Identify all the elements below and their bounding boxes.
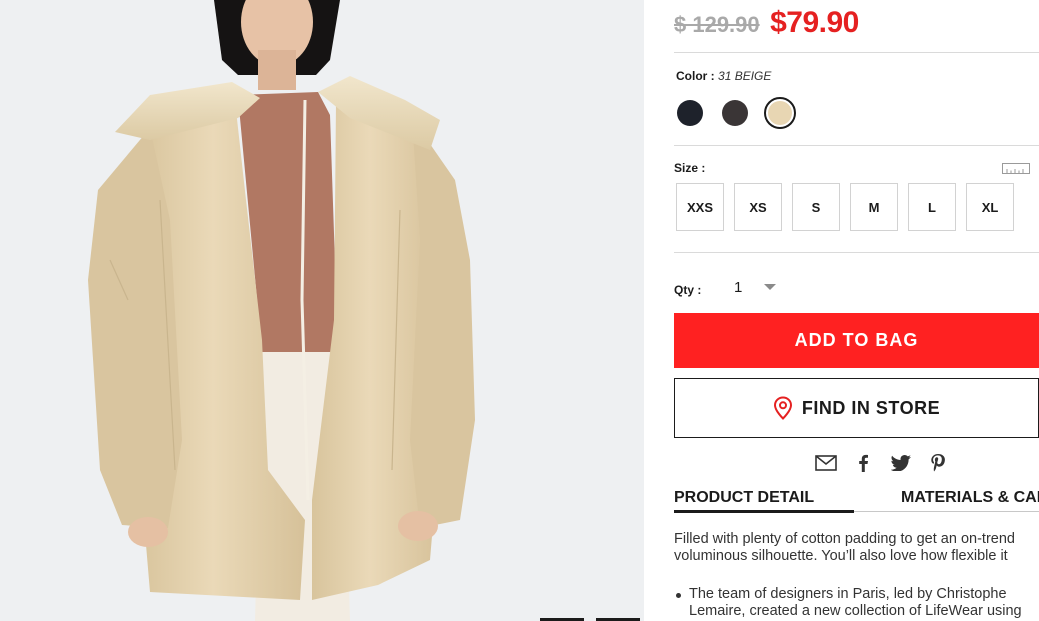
size-option-m[interactable]: M	[850, 183, 898, 231]
twitter-icon	[891, 455, 911, 471]
mail-icon	[815, 455, 837, 471]
size-option-xl[interactable]: XL	[966, 183, 1014, 231]
find-in-store-button[interactable]: FIND IN STORE	[674, 378, 1039, 438]
bullet-icon	[676, 593, 681, 598]
divider	[854, 511, 1039, 512]
size-label-text: Size :	[674, 161, 706, 175]
divider	[674, 145, 1039, 146]
share-facebook[interactable]	[854, 452, 872, 474]
share-twitter[interactable]	[890, 452, 912, 474]
color-label-text: Color :	[676, 69, 715, 83]
sale-price: $79.90	[770, 6, 859, 39]
add-to-bag-button[interactable]: ADD TO BAG	[674, 313, 1039, 368]
location-pin-icon	[773, 396, 792, 420]
product-image[interactable]	[0, 0, 644, 621]
pinterest-icon	[931, 454, 945, 472]
divider	[674, 52, 1039, 53]
size-option-s[interactable]: S	[792, 183, 840, 231]
price: $ 129.90 $79.90	[674, 6, 859, 40]
color-label: Color : 31 BEIGE	[676, 69, 771, 83]
color-value: 31 BEIGE	[718, 69, 772, 83]
original-price: $ 129.90	[674, 12, 760, 37]
bullet-line: The team of designers in Paris, led by C…	[689, 586, 1007, 602]
model-wearing-coat-illustration	[88, 0, 475, 621]
share-pinterest[interactable]	[929, 452, 947, 474]
product-details-panel: $ 129.90 $79.90 Color : 31 BEIGE Size : …	[674, 0, 1039, 621]
size-option-xxs[interactable]: XXS	[676, 183, 724, 231]
find-in-store-label: FIND IN STORE	[801, 397, 941, 418]
divider	[674, 252, 1039, 253]
size-label: Size :	[674, 161, 705, 175]
tab-product-detail[interactable]: PRODUCT DETAIL	[674, 489, 814, 511]
bullet-line: Lemaire, created a new collection of Lif…	[689, 603, 1022, 619]
quantity-select[interactable]: 1	[734, 279, 742, 296]
chevron-down-icon[interactable]	[764, 284, 776, 290]
description-line: Filled with plenty of cotton padding to …	[674, 531, 1015, 547]
size-guide-icon[interactable]	[1002, 161, 1030, 175]
quantity-label: Qty :	[674, 283, 702, 297]
product-description: Filled with plenty of cotton padding to …	[674, 531, 1039, 565]
tab-materials-care[interactable]: MATERIALS & CARE	[901, 489, 1039, 511]
color-swatch-beige[interactable]	[764, 97, 796, 129]
facebook-icon	[859, 454, 868, 472]
size-option-xs[interactable]: XS	[734, 183, 782, 231]
description-line: voluminous silhouette. You’ll also love …	[674, 548, 1008, 564]
color-swatch-navy[interactable]	[677, 100, 703, 126]
size-option-l[interactable]: L	[908, 183, 956, 231]
share-email[interactable]	[814, 452, 838, 474]
color-swatch-dark-gray[interactable]	[722, 100, 748, 126]
active-tab-indicator	[674, 510, 854, 513]
